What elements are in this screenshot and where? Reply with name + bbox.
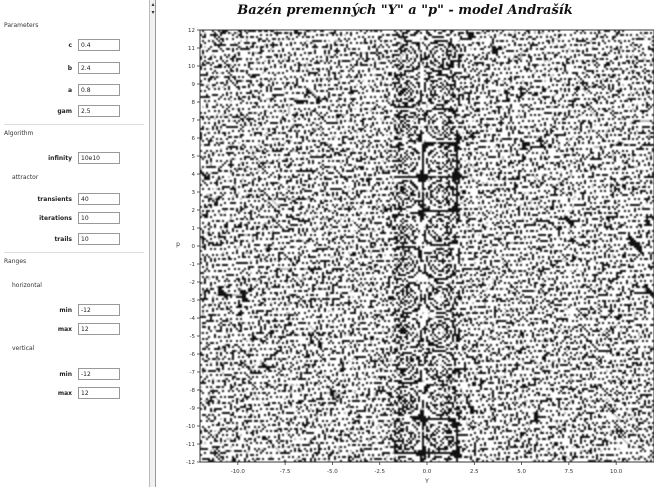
transients-label: transients xyxy=(37,196,72,203)
param-c-label: c xyxy=(68,42,72,49)
y-tick-label: 7 xyxy=(192,118,196,124)
y-tick-label: 2 xyxy=(192,208,196,214)
y-tick-label: 4 xyxy=(192,172,196,178)
y-tick-label: -8 xyxy=(190,388,196,394)
ranges-section-label: Ranges xyxy=(4,258,27,265)
algorithm-section-label: Algorithm xyxy=(4,130,34,137)
y-axis-label: p xyxy=(176,241,180,248)
horizontal-max-label: max xyxy=(57,326,72,333)
y-tick-label: 6 xyxy=(192,136,196,142)
vertical-max-label: max xyxy=(57,390,72,397)
transients-input[interactable] xyxy=(78,193,120,205)
infinity-label: infinity xyxy=(48,155,72,162)
y-tick-label: -7 xyxy=(190,370,196,376)
param-a-input[interactable] xyxy=(78,84,120,96)
y-tick-label: 0 xyxy=(192,244,196,250)
section-divider xyxy=(4,252,144,253)
x-tick-label: -2.5 xyxy=(374,469,385,475)
y-tick-label: -4 xyxy=(190,316,196,322)
x-tick-label: -7.5 xyxy=(280,469,291,475)
y-tick-label: -6 xyxy=(190,352,196,358)
param-b-label: b xyxy=(67,65,72,72)
x-tick-label: 2.5 xyxy=(470,469,479,475)
param-c-input[interactable] xyxy=(78,39,120,51)
vertical-max-input[interactable] xyxy=(78,387,120,399)
horizontal-max-input[interactable] xyxy=(78,323,120,335)
y-tick-label: 8 xyxy=(192,100,196,106)
infinity-input[interactable] xyxy=(78,152,120,164)
y-tick-label: -1 xyxy=(190,262,195,268)
y-tick-label: -2 xyxy=(190,280,195,286)
y-tick-label: -5 xyxy=(190,334,196,340)
horizontal-min-label: min xyxy=(59,307,72,314)
horizontal-label: horizontal xyxy=(12,282,42,289)
basin-plot[interactable]: 1211109876543210-1-2-3-4-5-6-7-8-9-10-11… xyxy=(156,0,654,487)
x-tick-label: 10.0 xyxy=(610,469,623,475)
y-tick-label: -3 xyxy=(190,298,196,304)
x-axis-label: Y xyxy=(424,478,429,485)
param-gam-label: gam xyxy=(57,108,72,115)
iterations-input[interactable] xyxy=(78,212,120,224)
param-a-label: a xyxy=(67,87,72,94)
x-tick-label: -10.0 xyxy=(231,469,246,475)
y-tick-label: -11 xyxy=(186,442,195,448)
y-tick-label: 1 xyxy=(192,226,196,232)
basin-heatmap-image[interactable] xyxy=(200,30,654,462)
y-tick-label: -10 xyxy=(186,424,195,430)
y-tick-label: 3 xyxy=(192,190,196,196)
y-tick-label: -9 xyxy=(190,406,196,412)
y-tick-label: 5 xyxy=(192,154,196,160)
x-tick-label: 5.0 xyxy=(517,469,526,475)
vertical-label: vertical xyxy=(12,345,35,352)
attractor-label: attractor xyxy=(12,174,39,181)
section-divider xyxy=(4,124,144,125)
y-tick-label: 9 xyxy=(192,82,196,88)
trails-label: trails xyxy=(54,236,72,243)
y-tick-label: 11 xyxy=(188,46,195,52)
iterations-label: iterations xyxy=(39,215,72,222)
y-tick-label: 12 xyxy=(188,28,195,34)
vertical-min-input[interactable] xyxy=(78,368,120,380)
parameters-panel: Parameters c b a gam Algorithm infinity … xyxy=(0,0,150,487)
x-tick-label: 7.5 xyxy=(565,469,574,475)
x-tick-label: 0.0 xyxy=(423,469,432,475)
trails-input[interactable] xyxy=(78,233,120,245)
chart-area: Bazén premenných "Y" a "p" - model Andra… xyxy=(156,0,654,487)
x-tick-label: -5.0 xyxy=(327,469,338,475)
y-tick-label: -12 xyxy=(186,460,195,466)
parameters-section-label: Parameters xyxy=(4,22,39,29)
param-b-input[interactable] xyxy=(78,62,120,74)
vertical-min-label: min xyxy=(59,371,72,378)
horizontal-min-input[interactable] xyxy=(78,304,120,316)
param-gam-input[interactable] xyxy=(78,105,120,117)
y-tick-label: 10 xyxy=(188,64,195,70)
